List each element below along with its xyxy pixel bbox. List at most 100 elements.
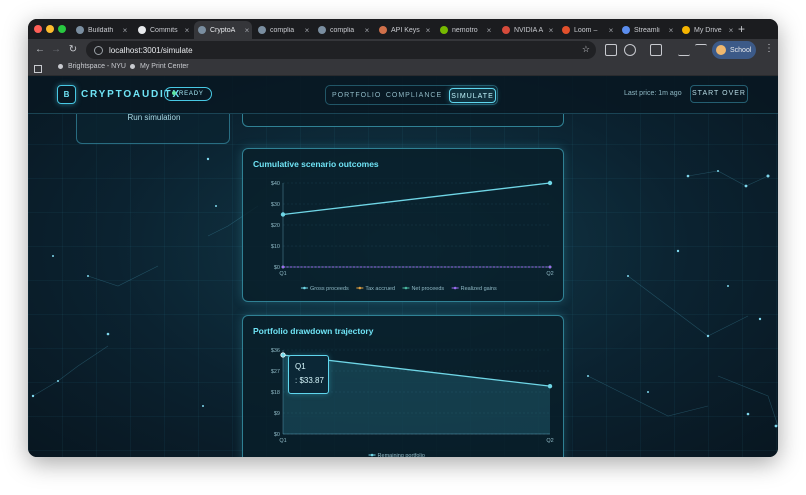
bookmark-label: Brightspace - NYU: [68, 63, 126, 70]
tab-search-icon[interactable]: [650, 44, 662, 56]
tab-portfolio[interactable]: PORTFOLIO: [332, 88, 380, 103]
legend-marker: [370, 453, 374, 457]
browser-tab[interactable]: Streamli ×: [618, 21, 676, 39]
globe-icon: [318, 26, 326, 34]
pin-icon: [130, 64, 135, 69]
tab-label: NVIDIA A: [514, 26, 544, 34]
reading-list-icon[interactable]: [695, 44, 707, 56]
status-badge: READY: [164, 87, 212, 101]
close-tab-icon[interactable]: ×: [302, 26, 312, 35]
tab-label: complia: [270, 26, 295, 34]
browser-tab[interactable]: My Drive ×: [678, 21, 736, 39]
legend-item[interactable]: Gross proceeds: [300, 286, 349, 292]
tab-compliance[interactable]: COMPLIANCE: [385, 88, 443, 103]
close-tab-icon[interactable]: ×: [362, 26, 372, 35]
menu-icon[interactable]: ⋮: [764, 43, 774, 54]
maximize-window-button[interactable]: [58, 25, 66, 33]
download-icon[interactable]: [678, 44, 690, 56]
tab-label: Buildath: [88, 26, 114, 34]
legend-label: Gross proceeds: [310, 286, 349, 292]
data-point[interactable]: [280, 352, 286, 358]
streamlit-icon: [622, 26, 630, 34]
close-tab-icon[interactable]: ×: [484, 26, 494, 35]
y-tick-label: $10: [271, 244, 280, 250]
y-tick-label: $36: [271, 348, 280, 354]
loom-icon: [562, 26, 570, 34]
y-tick-label: $40: [271, 181, 280, 187]
close-tab-icon[interactable]: ×: [423, 26, 433, 35]
browser-tab[interactable]: complia ×: [314, 21, 372, 39]
tooltip-value: : $33.87: [295, 376, 324, 385]
x-tick-label: Q1: [279, 438, 286, 444]
logo-mark: B: [57, 85, 76, 104]
drive-icon: [682, 26, 690, 34]
bookmark-brightspace[interactable]: Brightspace - NYU: [58, 63, 126, 70]
y-tick-label: $27: [271, 369, 280, 375]
tab-simulate[interactable]: SIMULATE: [449, 88, 496, 103]
forward-arrow-icon[interactable]: →: [48, 42, 64, 58]
minimize-window-button[interactable]: [46, 25, 54, 33]
legend-item[interactable]: Net proceeds: [402, 286, 444, 292]
new-tab-button[interactable]: +: [738, 22, 745, 36]
browser-tab[interactable]: CryptoA ×: [194, 21, 252, 39]
tooltip-label: Q1: [295, 362, 306, 371]
page-content: B CRYPTOAUDITX READY PORTFOLIO COMPLIANC…: [28, 76, 778, 457]
data-point[interactable]: [280, 212, 286, 217]
close-tab-icon[interactable]: ×: [182, 26, 192, 35]
browser-tab[interactable]: Buildath ×: [72, 21, 130, 39]
close-tab-icon[interactable]: ×: [606, 26, 616, 35]
browser-tab[interactable]: Commits ×: [134, 21, 192, 39]
browser-window: Buildath × Commits × CryptoA × complia × complia…: [28, 19, 778, 457]
close-window-button[interactable]: [34, 25, 42, 33]
browser-tab[interactable]: API Keys ×: [375, 21, 433, 39]
back-arrow-icon[interactable]: ←: [32, 42, 48, 58]
bookmark-print-center[interactable]: My Print Center: [130, 63, 189, 70]
close-tab-icon[interactable]: ×: [726, 26, 736, 35]
x-tick-label: Q2: [546, 271, 553, 277]
tab-label: nemotro: [452, 26, 478, 34]
data-point[interactable]: [547, 180, 553, 186]
legend-marker: [358, 286, 362, 290]
tab-label: API Keys: [391, 26, 420, 34]
address-bar[interactable]: localhost:3001/simulate ☆: [86, 41, 596, 59]
legend-item[interactable]: Remaining portfolio: [368, 453, 425, 457]
profile-label: School: [730, 46, 752, 54]
tab-label: CryptoA: [210, 26, 236, 34]
y-tick-label: $18: [271, 390, 280, 396]
data-point[interactable]: [281, 265, 285, 269]
close-tab-icon[interactable]: ×: [242, 26, 252, 35]
legend-item[interactable]: Tax accrued: [356, 286, 395, 292]
globe-icon: [198, 26, 206, 34]
globe-icon: [76, 26, 84, 34]
bookmark-label: My Print Center: [140, 63, 189, 70]
status-label: READY: [179, 91, 204, 97]
bookmark-star-icon[interactable]: ☆: [582, 44, 590, 55]
close-tab-icon[interactable]: ×: [666, 26, 676, 35]
close-tab-icon[interactable]: ×: [120, 26, 130, 35]
site-info-icon[interactable]: [94, 45, 103, 55]
browser-tab[interactable]: nemotro ×: [436, 21, 494, 39]
tab-strip: Buildath × Commits × CryptoA × complia × complia…: [28, 19, 778, 39]
puzzle-icon[interactable]: [624, 44, 636, 56]
apps-grid-icon[interactable]: [34, 65, 42, 73]
legend-marker: [453, 286, 457, 290]
data-point[interactable]: [547, 383, 553, 389]
profile-button[interactable]: School: [712, 41, 756, 59]
extension-icon[interactable]: [605, 44, 617, 56]
browser-tab[interactable]: NVIDIA A ×: [498, 21, 556, 39]
data-point[interactable]: [548, 265, 552, 269]
legend-label: Net proceeds: [411, 286, 444, 292]
start-over-button[interactable]: START OVER: [690, 85, 748, 103]
legend-item[interactable]: Realized gains: [451, 286, 497, 292]
browser-tab[interactable]: Loom – ×: [558, 21, 616, 39]
reload-icon[interactable]: ↻: [65, 42, 81, 58]
series-line-gross-proceeds: [282, 182, 551, 216]
run-simulation-button[interactable]: Run simulation: [77, 113, 231, 122]
y-tick-label: $30: [271, 202, 280, 208]
tab-label: complia: [330, 26, 355, 34]
tab-label: Commits: [150, 26, 178, 34]
close-tab-icon[interactable]: ×: [546, 26, 556, 35]
cumulative-outcomes-card: Cumulative scenario outcomes $0 $10 $20 $30…: [242, 148, 564, 302]
browser-tab[interactable]: complia ×: [254, 21, 312, 39]
globe-icon: [258, 26, 266, 34]
